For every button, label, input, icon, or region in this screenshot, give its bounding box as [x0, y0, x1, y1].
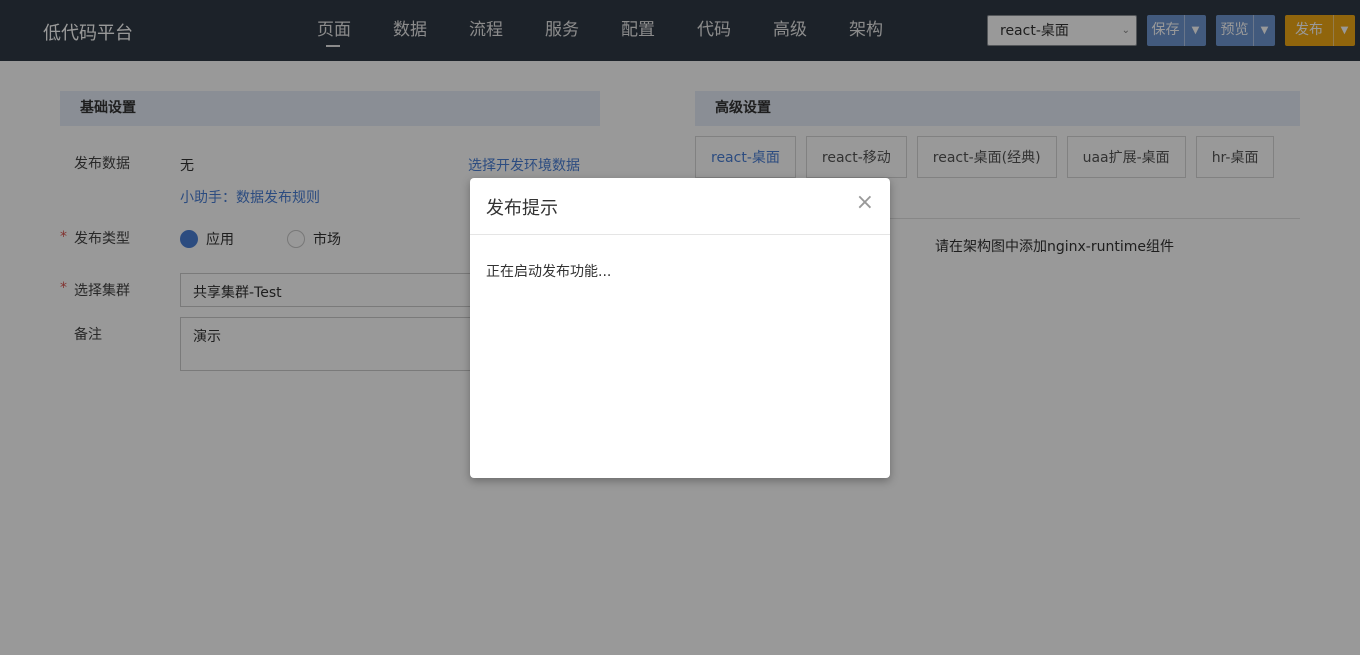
modal-header: 发布提示 ×: [470, 178, 890, 235]
modal-body: 正在启动发布功能...: [470, 235, 890, 307]
modal-title: 发布提示: [486, 198, 558, 219]
publish-modal: 发布提示 × 正在启动发布功能...: [470, 178, 890, 478]
close-icon[interactable]: ×: [856, 190, 874, 215]
modal-message: 正在启动发布功能...: [486, 264, 612, 280]
